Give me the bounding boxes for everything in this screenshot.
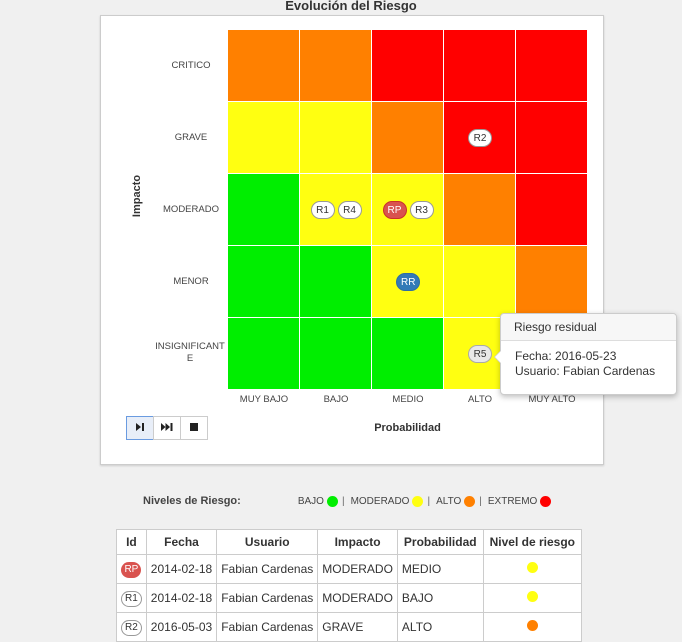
legend-dot — [326, 495, 338, 507]
table-row: R1 2014-02-18 Fabian Cardenas MODERADO BAJO — [116, 583, 582, 613]
matrix-cell — [372, 102, 443, 173]
impact-level-label: GRAVE — [174, 132, 208, 143]
stop-button[interactable] — [180, 416, 208, 440]
table-cell-impacto: MODERADO — [317, 583, 398, 613]
probability-level-label: MUY BAJO — [239, 394, 289, 405]
tooltip-date: Fecha: 2016-05-23 — [515, 349, 617, 363]
risk-id-badge: RP — [121, 561, 142, 578]
table-cell-usuario: Fabian Cardenas — [216, 612, 319, 642]
legend-dot — [540, 495, 552, 507]
matrix-cell — [516, 30, 587, 101]
play-pause-button[interactable] — [126, 416, 154, 440]
skip-forward-button[interactable] — [153, 416, 181, 440]
table-header: Nivel de riesgo — [482, 529, 582, 555]
impact-level-label: INSIGNIFICANTE — [155, 341, 225, 364]
tooltip-user: Usuario: Fabian Cardenas — [515, 364, 656, 378]
legend-separator: | — [341, 495, 345, 507]
risk-history-table: Id Fecha Usuario Impacto Probabilidad Nivel d… — [116, 529, 582, 642]
risk-marker[interactable]: R1 — [310, 201, 335, 219]
matrix-cell — [372, 30, 443, 101]
table-row: R2 2016-05-03 Fabian Cardenas GRAVE ALTO — [116, 612, 582, 642]
risk-level-dot — [526, 562, 538, 573]
table-header: Probabilidad — [396, 529, 484, 555]
table-header: Impacto — [317, 529, 398, 555]
tooltip-title: Riesgo residual — [501, 314, 676, 341]
table-cell-usuario: Fabian Cardenas — [216, 554, 319, 584]
legend-item: ALTO — [436, 495, 462, 507]
table-header: Usuario — [216, 529, 319, 555]
probability-level-label: BAJO — [323, 394, 349, 405]
table-header: Id — [116, 529, 147, 555]
table-cell-probabilidad: MEDIO — [396, 554, 484, 584]
matrix-cell — [228, 174, 299, 245]
impact-level-label: CRITICO — [171, 60, 211, 71]
table-cell-fecha: 2014-02-18 — [145, 583, 218, 613]
matrix-cell — [228, 102, 299, 173]
legend-dot — [412, 495, 424, 507]
matrix-cell — [228, 30, 299, 101]
table-cell-fecha: 2014-02-18 — [145, 554, 218, 584]
risk-levels-legend: Niveles de Riesgo: BAJO | MODERADO | ALTO | EX… — [143, 495, 583, 507]
probability-level-label: MUY ALTO — [528, 394, 576, 405]
risk-marker[interactable]: RR — [396, 273, 420, 291]
risk-marker[interactable]: R5 — [468, 345, 492, 363]
risk-level-dot — [526, 620, 538, 631]
table-header: Fecha — [145, 529, 218, 555]
table-cell-impacto: GRAVE — [317, 612, 398, 642]
play-pause-icon — [135, 422, 145, 435]
table-cell-usuario: Fabian Cardenas — [216, 583, 319, 613]
impact-axis-label: Impacto — [131, 174, 143, 218]
risk-level-dot — [526, 591, 538, 602]
matrix-cell — [300, 246, 371, 317]
table-cell-probabilidad: BAJO — [396, 583, 484, 613]
matrix-cell — [228, 246, 299, 317]
risk-id-badge: R2 — [121, 619, 142, 636]
risk-marker[interactable]: R4 — [337, 201, 362, 219]
impact-level-label: MENOR — [173, 276, 209, 287]
matrix-cell — [516, 246, 587, 317]
matrix-cell — [372, 318, 443, 389]
impact-level-label: MODERADO — [163, 204, 219, 215]
chart-title: Evolución del Riesgo — [285, 0, 417, 13]
table-cell-fecha: 2016-05-03 — [145, 612, 218, 642]
legend-separator: | — [427, 495, 431, 507]
playback-controls — [126, 416, 208, 440]
matrix-cell — [444, 174, 515, 245]
legend-item: MODERADO — [350, 495, 410, 507]
skip-forward-icon — [161, 422, 173, 435]
matrix-cell — [444, 30, 515, 101]
probability-level-label: MEDIO — [392, 394, 424, 405]
matrix-cell — [300, 102, 371, 173]
table-cell-impacto: MODERADO — [317, 554, 398, 584]
probability-level-label: ALTO — [468, 394, 492, 405]
risk-marker[interactable]: RP — [382, 201, 407, 219]
risk-marker[interactable]: R3 — [409, 201, 434, 219]
matrix-cell — [228, 318, 299, 389]
legend-dot — [464, 495, 476, 507]
legend-title: Niveles de Riesgo: — [143, 495, 241, 507]
risk-id-badge: R1 — [121, 590, 142, 607]
legend-separator: | — [479, 495, 482, 507]
matrix-cell — [300, 30, 371, 101]
table-row: RP 2014-02-18 Fabian Cardenas MODERADO MEDIO — [116, 554, 582, 584]
matrix-cell — [300, 318, 371, 389]
legend-item: EXTREMO — [487, 495, 538, 507]
stop-icon — [189, 422, 199, 435]
table-cell-probabilidad: ALTO — [396, 612, 484, 642]
matrix-cell — [516, 102, 587, 173]
probability-axis-label: Probabilidad — [374, 422, 441, 434]
risk-marker[interactable]: R2 — [468, 129, 492, 147]
matrix-cell — [444, 246, 515, 317]
matrix-cell — [516, 174, 587, 245]
legend-item: BAJO — [297, 495, 324, 507]
residual-risk-tooltip: Riesgo residual Fecha: 2016-05-23 Usuari… — [494, 313, 677, 395]
